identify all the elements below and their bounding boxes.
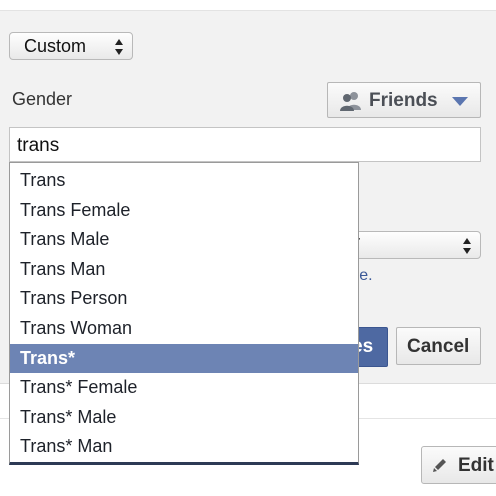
- suggestion-item[interactable]: Trans* Female: [10, 373, 358, 403]
- up-down-arrows-icon: [463, 238, 471, 254]
- caret-down-icon: [452, 97, 468, 106]
- gender-input[interactable]: trans: [9, 127, 481, 162]
- suggestion-item[interactable]: Trans* Male: [10, 403, 358, 433]
- up-down-arrows-icon: [115, 39, 123, 55]
- cancel-button-label: Cancel: [407, 336, 470, 357]
- audience-selector-button[interactable]: Friends: [327, 82, 481, 118]
- pencil-icon: [433, 459, 446, 472]
- suggestion-item[interactable]: Trans*: [10, 343, 358, 374]
- suggestion-item[interactable]: Trans: [10, 166, 358, 196]
- gender-suggestions-dropdown: Trans Trans Female Trans Male Trans Man …: [9, 162, 359, 465]
- cancel-button[interactable]: Cancel: [396, 327, 481, 365]
- privacy-select-value: Custom: [24, 36, 87, 56]
- privacy-select[interactable]: Custom: [9, 32, 133, 60]
- people-icon: [340, 92, 361, 111]
- suggestion-item[interactable]: Trans Female: [10, 196, 358, 226]
- suggestion-item[interactable]: Trans Man: [10, 255, 358, 285]
- suggestion-item[interactable]: Trans Woman: [10, 314, 358, 344]
- suggestion-item[interactable]: Trans Person: [10, 284, 358, 314]
- edit-button-label: Edit: [458, 455, 494, 476]
- partially-hidden-select[interactable]: r: [343, 231, 481, 259]
- audience-label: Friends: [369, 90, 438, 111]
- gender-label: Gender: [12, 89, 73, 109]
- suggestion-item[interactable]: Trans* Man: [10, 432, 358, 462]
- edit-button[interactable]: Edit: [421, 446, 496, 484]
- suggestion-item[interactable]: Trans Male: [10, 225, 358, 255]
